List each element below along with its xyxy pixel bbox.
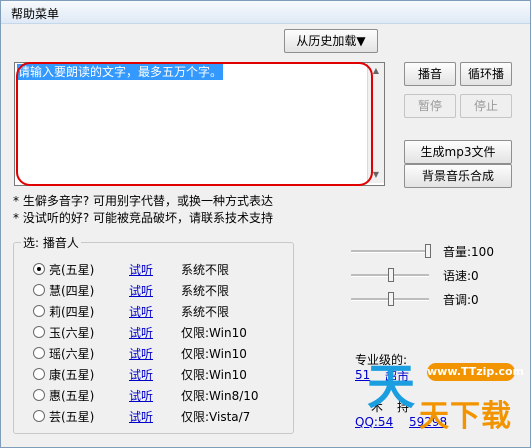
voice-name: 瑶(六星) <box>49 347 95 361</box>
play-button[interactable]: 播音 <box>404 62 456 86</box>
voice-name: 玉(六星) <box>49 326 95 340</box>
voice-system: 仅限:Win10 <box>181 368 247 382</box>
app-window: 帮助菜单 从历史加载▼ 请输入要朗读的文字，最多五万个字。 ▲ ▼ 播音 循环播… <box>0 0 531 448</box>
note-support: * 没试听的好? 可能被竞品破坏，请联系技术支持 <box>13 211 273 225</box>
speed-slider[interactable]: 语速:0 <box>351 265 521 285</box>
voice-row[interactable]: 慧(四星) 试听 系统不限 <box>33 281 283 299</box>
voice-system: 仅限:Vista/7 <box>181 410 251 424</box>
menu-bar: 帮助菜单 <box>1 1 530 24</box>
volume-label: 音量:100 <box>443 245 494 259</box>
note-rare-chars: * 生僻多音字? 可用别字代替，或换一种方式表达 <box>13 194 273 208</box>
voice-radio[interactable] <box>33 347 45 359</box>
voice-system: 系统不限 <box>181 284 230 298</box>
bgm-merge-button[interactable]: 背景音乐合成 <box>404 164 512 188</box>
watermark: 天 www.TTzip.com 天下载 <box>367 341 524 443</box>
voice-name: 康(五星) <box>49 368 95 382</box>
voice-row[interactable]: 玉(六星) 试听 仅限:Win10 <box>33 323 283 341</box>
voice-system: 仅限:Win8/10 <box>181 389 259 403</box>
voice-radio[interactable] <box>33 326 45 338</box>
voice-system: 仅限:Win10 <box>181 326 247 340</box>
voice-row[interactable]: 莉(四星) 试听 系统不限 <box>33 302 283 320</box>
try-listen-link[interactable]: 试听 <box>129 303 153 320</box>
try-listen-link[interactable]: 试听 <box>129 387 153 404</box>
try-listen-link[interactable]: 试听 <box>129 282 153 299</box>
voice-row[interactable]: 康(五星) 试听 仅限:Win10 <box>33 365 283 383</box>
voice-row[interactable]: 芸(五星) 试听 仅限:Vista/7 <box>33 407 283 425</box>
generate-mp3-button[interactable]: 生成mp3文件 <box>404 140 512 164</box>
voice-row[interactable]: 亮(五星) 试听 系统不限 <box>33 260 283 278</box>
try-listen-link[interactable]: 试听 <box>129 261 153 278</box>
watermark-text: 天下载 <box>419 399 512 434</box>
voice-name: 亮(五星) <box>49 263 95 277</box>
volume-track[interactable] <box>351 250 429 253</box>
volume-slider[interactable]: 音量:100 <box>351 241 521 261</box>
pitch-thumb[interactable] <box>388 292 394 306</box>
voice-radio[interactable] <box>33 410 45 422</box>
watermark-site: www.TTzip.com <box>427 363 524 381</box>
voice-group-label: 选: 播音人 <box>21 234 81 251</box>
pitch-label: 音调:0 <box>443 293 479 307</box>
voice-name: 惠(五星) <box>49 389 95 403</box>
try-listen-link[interactable]: 试听 <box>129 345 153 362</box>
pause-button[interactable]: 暂停 <box>404 94 456 118</box>
voice-row[interactable]: 瑶(六星) 试听 仅限:Win10 <box>33 344 283 362</box>
scroll-down-icon[interactable]: ▼ <box>368 167 384 183</box>
voice-name: 慧(四星) <box>49 284 95 298</box>
voice-radio[interactable] <box>33 389 45 401</box>
help-menu[interactable]: 帮助菜单 <box>11 5 59 22</box>
voice-system: 系统不限 <box>181 263 230 277</box>
voice-radio[interactable] <box>33 305 45 317</box>
voice-radio[interactable] <box>33 368 45 380</box>
loop-play-button[interactable]: 循环播 <box>460 62 512 86</box>
speed-label: 语速:0 <box>443 269 479 283</box>
voice-name: 芸(五星) <box>49 410 95 424</box>
volume-thumb[interactable] <box>425 244 431 258</box>
text-input-area[interactable]: 请输入要朗读的文字，最多五万个字。 ▲ ▼ <box>14 62 385 186</box>
watermark-logo-icon: 天 <box>367 359 416 415</box>
try-listen-link[interactable]: 试听 <box>129 408 153 425</box>
stop-button[interactable]: 停止 <box>460 94 512 118</box>
speed-thumb[interactable] <box>388 268 394 282</box>
voice-system: 仅限:Win10 <box>181 347 247 361</box>
voice-radio[interactable] <box>33 263 45 275</box>
voice-radio[interactable] <box>33 284 45 296</box>
voice-row[interactable]: 惠(五星) 试听 仅限:Win8/10 <box>33 386 283 404</box>
pitch-slider[interactable]: 音调:0 <box>351 289 521 309</box>
load-history-button[interactable]: 从历史加载▼ <box>284 29 378 53</box>
voice-name: 莉(四星) <box>49 305 95 319</box>
voice-system: 系统不限 <box>181 305 230 319</box>
try-listen-link[interactable]: 试听 <box>129 324 153 341</box>
text-input-content[interactable]: 请输入要朗读的文字，最多五万个字。 <box>17 64 224 80</box>
scroll-up-icon[interactable]: ▲ <box>368 63 384 79</box>
try-listen-link[interactable]: 试听 <box>129 366 153 383</box>
text-scrollbar[interactable]: ▲ ▼ <box>367 63 384 183</box>
